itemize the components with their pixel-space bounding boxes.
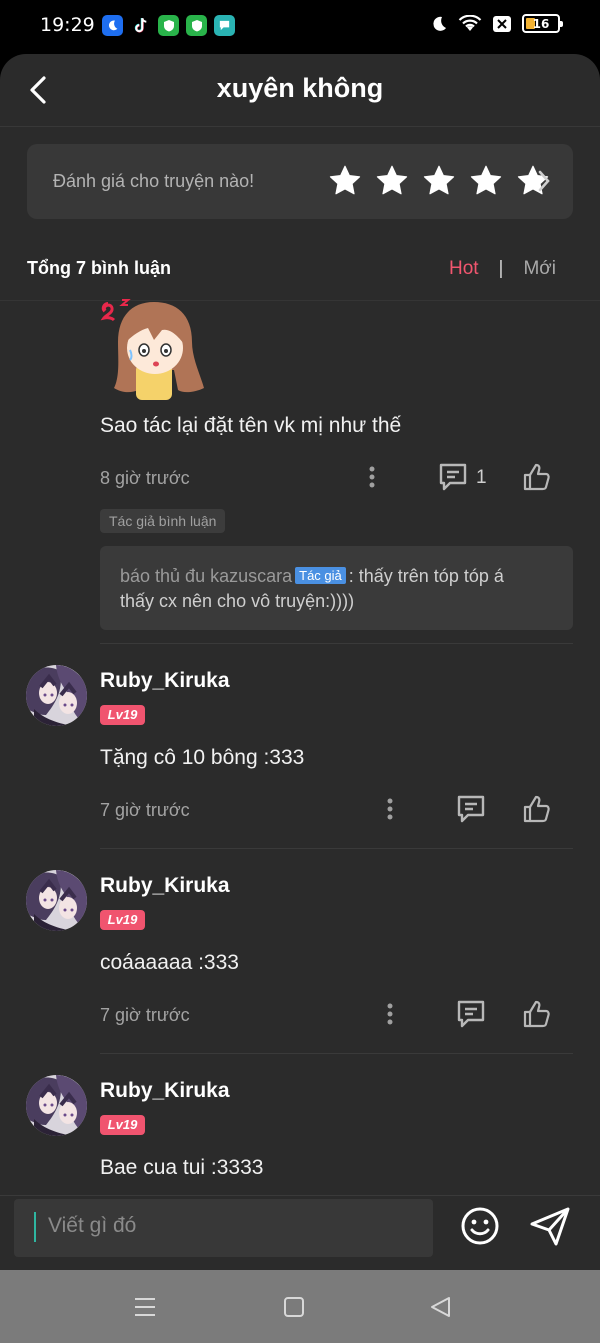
comment-text: Tặng cô 10 bông :333 [100,746,305,769]
comment-time: 8 giờ trước [100,468,190,488]
sticker-image [100,299,204,400]
back-nav-icon[interactable] [428,1294,454,1320]
send-icon[interactable] [528,1204,572,1248]
home-icon[interactable] [281,1294,307,1320]
comment-time: 7 giờ trước [100,1005,190,1025]
wifi-icon [458,14,482,31]
chevron-right-icon [538,170,550,192]
star-icon-1[interactable] [327,163,363,199]
author-commented-chip: Tác giả bình luận [100,509,226,533]
author-tag: Tác giả [295,567,346,584]
emoji-icon[interactable] [460,1206,500,1246]
moon-app-icon [102,15,123,36]
rating-prompt: Đánh giá cho truyện nào! [53,171,255,191]
menu-icon[interactable] [132,1294,158,1320]
star-icon-4[interactable] [468,163,504,199]
username[interactable]: Ruby_Kiruka [100,669,230,693]
sort-hot-tab[interactable]: Hot [449,258,479,280]
comment-text: coáaaaaa :333 [100,951,239,974]
chat-app-icon [214,15,235,36]
reply-line-1: báo thủ đu kazuscara Tác giả: thấy trên t… [120,566,504,587]
comment-divider [100,643,573,644]
comments-total: Tổng 7 bình luận [27,258,171,278]
username[interactable]: Ruby_Kiruka [100,1079,230,1103]
star-icon-3[interactable] [421,163,457,199]
more-options-icon[interactable] [380,794,400,824]
status-bar: 19:29 16 [0,0,600,54]
shield-app-icon [158,15,179,36]
rating-card[interactable]: Đánh giá cho truyện nào! [27,144,573,219]
level-badge: Lv19 [100,1115,145,1135]
reply-author-name: báo thủ đu kazuscara [120,566,293,586]
sort-tabs: Hot | Mới [449,258,556,280]
reply-icon[interactable] [437,462,469,492]
comment-time: 7 giờ trước [100,800,190,820]
tiktok-icon [130,15,151,36]
username[interactable]: Ruby_Kiruka [100,874,230,898]
reply-icon[interactable] [455,999,487,1029]
more-options-icon[interactable] [380,999,400,1029]
reply-icon[interactable] [455,794,487,824]
input-placeholder: Viết gì đó [48,1214,137,1237]
avatar[interactable] [26,870,87,931]
page-title: xuyên không [216,73,384,103]
divider [0,300,600,301]
level-badge: Lv19 [100,910,145,930]
sim-blocked-icon [493,15,511,32]
comment-input[interactable]: Viết gì đó [14,1199,433,1257]
reply-count: 1 [476,467,487,488]
author-reply[interactable]: báo thủ đu kazuscara Tác giả: thấy trên t… [100,546,573,630]
level-badge: Lv19 [100,705,145,725]
avatar[interactable] [26,665,87,726]
comments-screen: xuyên không Đánh giá cho truyện nào! Tổn… [0,54,600,1270]
sort-separator: | [498,258,504,279]
battery-level: 16 [532,16,550,31]
battery-icon: 16 [522,14,563,33]
reply-text-1: : thấy trên tóp tóp á [348,566,504,586]
like-icon[interactable] [521,999,551,1029]
header: xuyên không [0,54,600,127]
reply-text-2: thấy cx nên cho vô truyện:)))) [120,591,355,611]
system-navigation-bar [0,1270,600,1343]
shield-app-icon-2 [186,15,207,36]
comment-text: Bae cua tui :3333 [100,1156,264,1179]
notification-icons [102,15,235,36]
do-not-disturb-icon [433,16,446,31]
avatar[interactable] [26,1075,87,1136]
status-time: 19:29 [40,14,95,36]
comment-divider [100,848,573,849]
comment-divider [100,1053,573,1054]
system-icons: 16 [430,14,563,33]
text-caret [34,1212,36,1242]
like-icon[interactable] [521,794,551,824]
comment-text: Sao tác lại đặt tên vk mị như thế [100,414,402,437]
more-options-icon[interactable] [362,462,382,492]
sort-new-tab[interactable]: Mới [523,258,556,280]
star-icon-2[interactable] [374,163,410,199]
rating-stars [327,163,551,199]
comment-input-bar: Viết gì đó [0,1195,600,1270]
like-icon[interactable] [521,462,551,492]
